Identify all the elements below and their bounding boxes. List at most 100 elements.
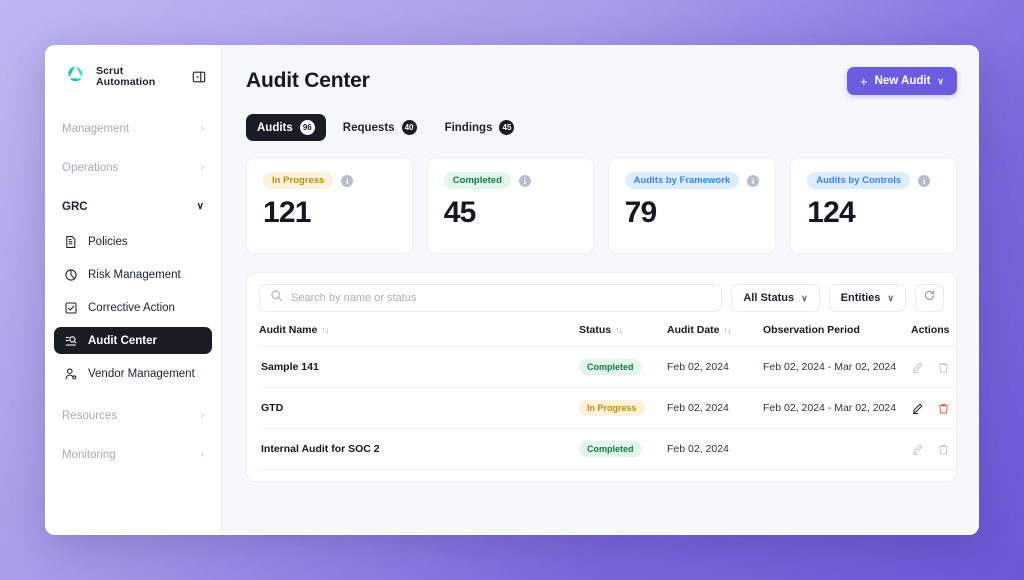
refresh-button[interactable]: [915, 284, 944, 312]
tab-findings-count: 45: [499, 120, 515, 135]
column-header-status[interactable]: Status ↑↓: [579, 324, 667, 347]
page-header: Audit Center + New Audit ∨: [246, 67, 957, 95]
edit-icon[interactable]: [911, 443, 924, 456]
delete-icon[interactable]: [937, 402, 950, 415]
sidebar-item-risk-management-label: Risk Management: [88, 268, 181, 281]
cell-actions: [911, 347, 956, 388]
stat-card-value: 124: [807, 196, 855, 229]
info-icon[interactable]: i: [747, 174, 760, 187]
status-badge: In Progress: [263, 172, 334, 189]
tab-audits[interactable]: Audits 96: [246, 114, 326, 141]
cell-actions: [911, 429, 956, 470]
edit-icon[interactable]: [911, 361, 924, 374]
table-row[interactable]: Internal Audit for SOC 2 Completed Feb 0…: [259, 428, 956, 470]
sidebar-group-operations-label: Operations: [62, 162, 119, 174]
brand-name: Scrut Automation: [96, 64, 156, 88]
sort-icon[interactable]: ↑↓: [724, 325, 732, 335]
sidebar-item-corrective-action[interactable]: Corrective Action: [54, 294, 212, 321]
panel-collapse-icon[interactable]: [191, 69, 207, 85]
sidebar-item-audit-center[interactable]: Audit Center: [54, 327, 212, 354]
stat-card-value: 79: [624, 196, 658, 229]
stat-card-header: Audits by Controls i: [807, 172, 940, 189]
sidebar-item-policies[interactable]: Policies: [54, 228, 212, 255]
table-toolbar: All Status ∨ Entities ∨: [259, 284, 944, 312]
status-badge: Completed: [579, 359, 642, 375]
column-header-audit-date[interactable]: Audit Date ↑↓: [667, 324, 763, 347]
cell-audit-date: Feb 02, 2024: [667, 361, 729, 373]
plus-icon: +: [860, 73, 868, 89]
info-icon[interactable]: i: [341, 174, 354, 187]
app-window: Scrut Automation Management › Operations…: [45, 45, 979, 535]
delete-icon[interactable]: [937, 443, 950, 456]
chevron-down-icon: ∨: [887, 292, 894, 303]
sidebar-item-vendor-management[interactable]: Vendor Management: [54, 360, 212, 387]
stat-card-completed[interactable]: Completed i 45: [426, 157, 594, 254]
tab-bar: Audits 96 Requests 40 Findings 45: [246, 114, 957, 141]
sidebar-item-corrective-action-label: Corrective Action: [88, 301, 175, 314]
entities-filter-dropdown[interactable]: Entities ∨: [828, 284, 906, 312]
entities-filter-label: Entities: [840, 292, 881, 304]
status-badge: In Progress: [579, 400, 645, 416]
status-filter-dropdown[interactable]: All Status ∨: [731, 284, 820, 312]
column-header-observation-period: Observation Period: [763, 324, 911, 347]
chevron-right-icon: ›: [200, 162, 204, 173]
sidebar-item-audit-center-label: Audit Center: [88, 334, 157, 347]
sidebar-group-monitoring[interactable]: Monitoring ›: [54, 442, 212, 468]
table-row[interactable]: GTD In Progress Feb 02, 2024 Feb 02, 202…: [259, 387, 956, 429]
edit-icon[interactable]: [911, 402, 924, 415]
sidebar-item-vendor-management-label: Vendor Management: [88, 367, 195, 380]
info-icon[interactable]: i: [918, 174, 931, 187]
sidebar-nav: Management › Operations › GRC ∨ Policies…: [45, 116, 221, 468]
column-header-audit-name[interactable]: Audit Name ↑↓: [259, 324, 579, 347]
audits-table: Audit Name ↑↓ Status ↑↓ Audit Date ↑↓ Obser…: [259, 324, 956, 482]
table-header: Audit Name ↑↓ Status ↑↓ Audit Date ↑↓ Obser…: [259, 324, 956, 347]
new-audit-button[interactable]: + New Audit ∨: [847, 67, 957, 95]
sidebar-group-management[interactable]: Management ›: [54, 116, 212, 142]
info-icon[interactable]: i: [518, 174, 531, 187]
table-body: Sample 141 Completed Feb 02, 2024 Feb 02…: [259, 346, 956, 482]
cell-observation-period: Feb 02, 2024 - Mar 02, 2024: [763, 361, 897, 373]
search-input[interactable]: [291, 292, 712, 304]
table-row[interactable]: Sample 141 Completed Feb 02, 2024 Feb 02…: [259, 469, 956, 482]
search-icon: [270, 289, 283, 307]
cell-audit-name: Sample 141: [259, 470, 579, 482]
tab-requests[interactable]: Requests 40: [332, 114, 428, 141]
cell-status: Completed: [579, 429, 667, 470]
sort-icon[interactable]: ↑↓: [615, 325, 623, 335]
cell-audit-name: Sample 141: [261, 361, 319, 373]
cell-status: In Progress: [579, 388, 667, 429]
table-row[interactable]: Sample 141 Completed Feb 02, 2024 Feb 02…: [259, 346, 956, 388]
sidebar-group-resources[interactable]: Resources ›: [54, 403, 212, 429]
cell-status: Completed: [579, 470, 667, 482]
scrut-pinwheel-logo-icon: [62, 64, 88, 90]
tab-findings[interactable]: Findings 45: [434, 114, 526, 141]
column-header-status-label: Status: [579, 324, 612, 336]
cell-actions: [911, 388, 956, 429]
pie-chart-icon: [63, 267, 78, 282]
stat-card-header: In Progress i: [263, 172, 396, 189]
document-icon: [63, 234, 78, 249]
stat-card-audits-by-framework[interactable]: Audits by Framework i 79: [607, 157, 777, 254]
chevron-down-icon: ∨: [801, 292, 808, 303]
column-header-actions-label: Actions: [911, 324, 950, 336]
delete-icon[interactable]: [937, 361, 950, 374]
row-actions: [911, 402, 956, 415]
tab-requests-label: Requests: [342, 121, 395, 134]
tab-requests-count: 40: [401, 120, 417, 135]
sidebar-item-risk-management[interactable]: Risk Management: [54, 261, 212, 288]
search-box[interactable]: [259, 284, 723, 312]
sidebar-group-grc[interactable]: GRC ∨: [54, 194, 212, 220]
stat-card-audits-by-controls[interactable]: Audits by Controls i 124: [790, 157, 957, 254]
cell-observation-period: [763, 429, 911, 470]
cell-audit-date: Feb 02, 2024: [667, 470, 763, 482]
chevron-down-icon: ∨: [196, 201, 204, 212]
chevron-down-icon: ∨: [937, 75, 944, 86]
stat-card-value: 45: [443, 196, 477, 229]
sort-icon[interactable]: ↑↓: [321, 325, 329, 335]
sidebar-group-operations[interactable]: Operations ›: [54, 155, 212, 181]
cell-audit-name: GTD: [261, 402, 284, 414]
stat-card-in-progress[interactable]: In Progress i 121: [246, 157, 413, 254]
